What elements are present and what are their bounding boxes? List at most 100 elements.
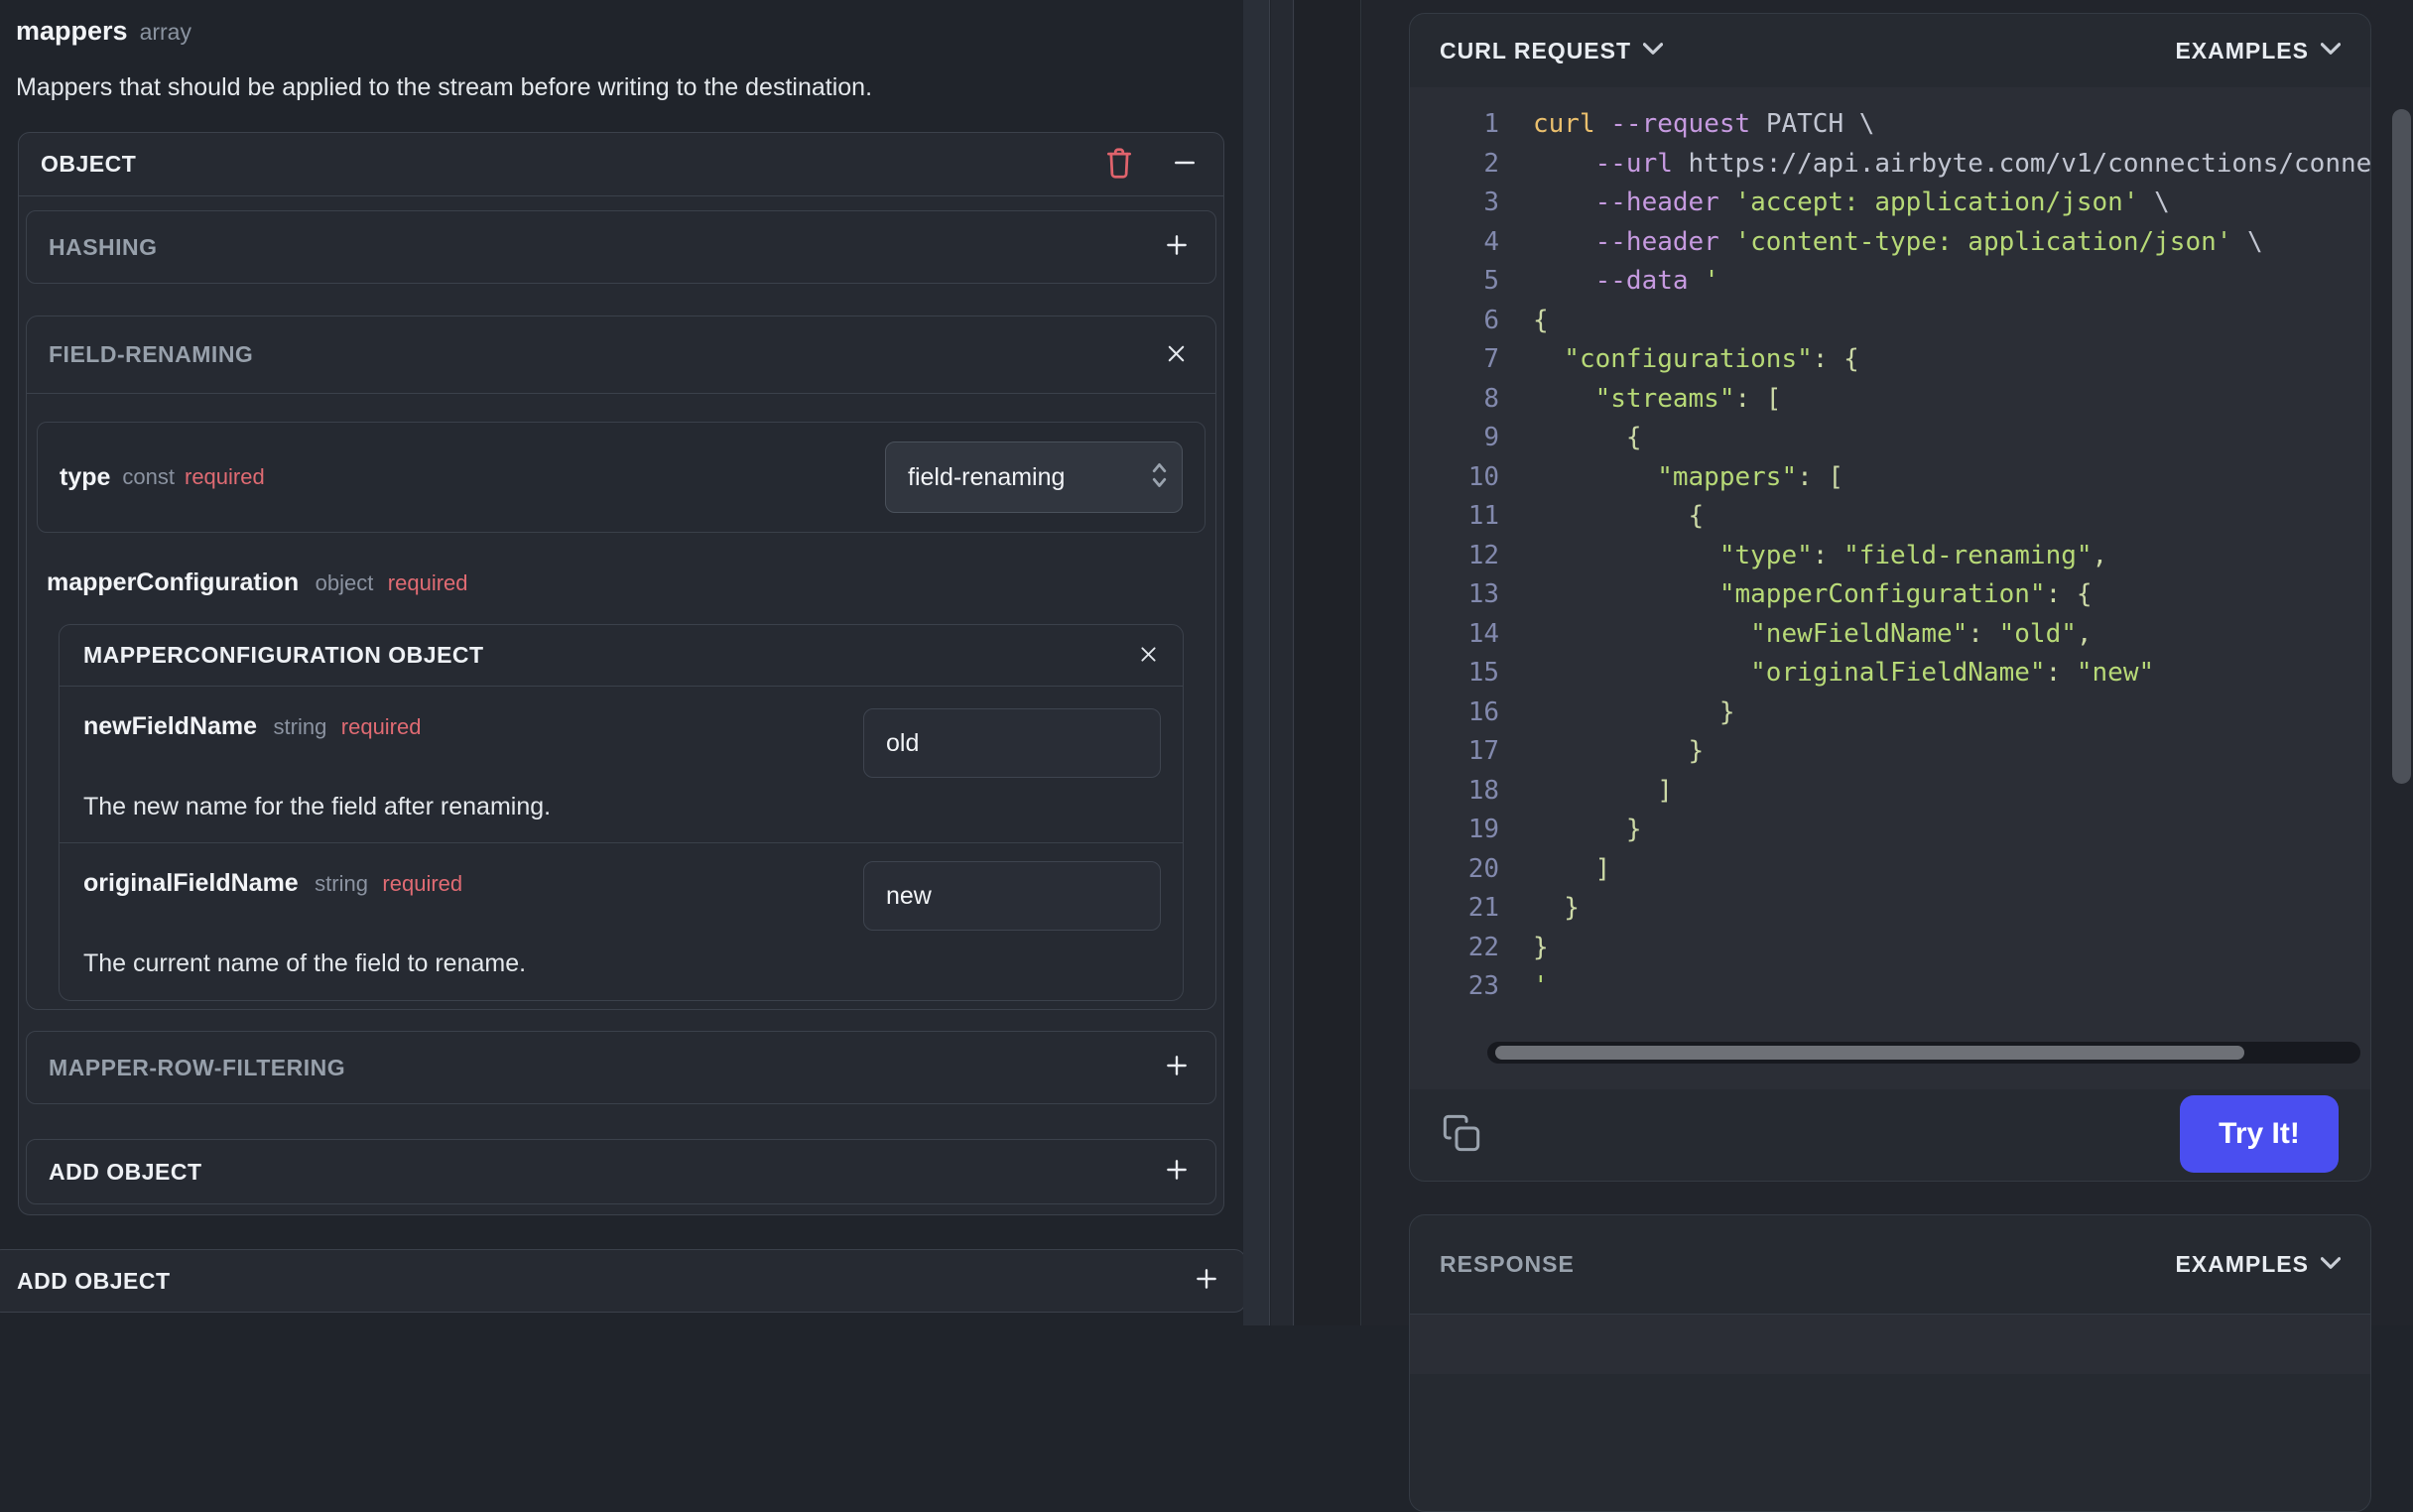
field-renaming-section: FIELD-RENAMING type const required field… [26, 315, 1216, 1010]
code-line: 13 "mapperConfiguration": { [1410, 575, 2370, 615]
trash-icon [1104, 147, 1134, 183]
response-examples-dropdown[interactable]: EXAMPLES [2175, 1251, 2342, 1278]
field-name: newFieldName [83, 712, 258, 740]
original-field-name-input[interactable] [863, 861, 1161, 931]
field-description: Mappers that should be applied to the st… [16, 73, 873, 101]
mapper-configuration-close-button[interactable] [1138, 644, 1159, 668]
try-it-button[interactable]: Try It! [2180, 1095, 2339, 1173]
new-field-name-row: newFieldName string required The new nam… [60, 687, 1183, 842]
field-title-row: mappers array [16, 16, 191, 47]
add-object-row-inner[interactable]: ADD OBJECT [26, 1139, 1216, 1204]
close-icon [1138, 644, 1159, 668]
code-line: 23 ' [1410, 967, 2370, 1007]
field-renaming-title: FIELD-RENAMING [49, 341, 254, 367]
line-number: 17 [1467, 736, 1499, 766]
new-field-name-input[interactable] [863, 708, 1161, 778]
code-line: 16 } [1410, 693, 2370, 733]
line-number: 19 [1467, 815, 1499, 844]
mapper-configuration-card-title: MAPPERCONFIGURATION OBJECT [83, 642, 484, 668]
delete-object-button[interactable] [1104, 147, 1134, 183]
examples-label: EXAMPLES [2175, 37, 2309, 63]
left-panel-scrollbar[interactable] [1243, 0, 1270, 1325]
mapper-row-filtering-section[interactable]: MAPPER-ROW-FILTERING [26, 1031, 1216, 1104]
line-number: 14 [1467, 618, 1499, 649]
field-kind-badge: string [315, 871, 368, 896]
page-scrollbar-thumb[interactable] [2392, 109, 2411, 784]
plus-icon[interactable] [1194, 1266, 1219, 1297]
request-panel: CURL REQUEST EXAMPLES 1 curl --request PA… [1362, 0, 2413, 1512]
line-number: 8 [1483, 383, 1499, 414]
line-number: 9 [1483, 423, 1499, 452]
type-field-name: type [60, 462, 111, 491]
chevron-down-icon [1642, 42, 1664, 60]
code-line: 21 } [1410, 889, 2370, 929]
object-card-title: OBJECT [41, 151, 137, 177]
plus-icon[interactable] [1164, 1053, 1190, 1083]
mapper-configuration-card: MAPPERCONFIGURATION OBJECT newFieldName … [59, 624, 1184, 1001]
line-number: 13 [1467, 579, 1499, 609]
code-lines: 1 curl --request PATCH \ 2 --url https://a… [1410, 105, 2370, 1007]
code-line: 18 ] [1410, 772, 2370, 812]
field-name: originalFieldName [83, 869, 299, 897]
code-line: 22} [1410, 929, 2370, 968]
mapper-configuration-kind-badge: object [315, 570, 374, 595]
plus-icon[interactable] [1164, 1157, 1190, 1188]
field-required-badge: required [382, 871, 463, 896]
code-scrollbar-thumb[interactable] [1495, 1046, 2244, 1060]
code-line: 7 "configurations": { [1410, 340, 2370, 380]
original-field-name-row: originalFieldName string required The cu… [60, 842, 1183, 1000]
code-horizontal-scrollbar [1487, 1042, 2360, 1064]
code-line: 8 "streams": [ [1410, 380, 2370, 420]
line-number: 12 [1467, 540, 1499, 570]
code-line: 2 --url https://api.airbyte.com/v1/conne… [1410, 145, 2370, 185]
line-number: 1 [1483, 109, 1499, 139]
examples-dropdown[interactable]: EXAMPLES [2175, 37, 2342, 64]
line-number: 10 [1467, 461, 1499, 492]
collapse-object-button[interactable] [1172, 150, 1198, 179]
line-number: 4 [1483, 226, 1499, 257]
mapper-configuration-card-header: MAPPERCONFIGURATION OBJECT [60, 625, 1183, 687]
code-line: 6{ [1410, 302, 2370, 341]
column-divider [1271, 0, 1294, 1325]
page: { "left_panel": { "title": "mappers", "t… [0, 0, 2413, 1512]
add-object-label: ADD OBJECT [49, 1158, 202, 1185]
copy-icon [1442, 1113, 1481, 1156]
hashing-section[interactable]: HASHING [26, 210, 1216, 284]
mapper-configuration-required-badge: required [387, 570, 468, 595]
field-title: mappers [16, 16, 128, 46]
right-section-margin [1295, 0, 1361, 1325]
line-number: 2 [1483, 148, 1499, 179]
copy-code-button[interactable] [1442, 1113, 1481, 1156]
code-line: 12 "type": "field-renaming", [1410, 537, 2370, 576]
field-type-badge: array [139, 19, 191, 45]
object-card: OBJECT HASHING FIELD-RENAMING type const… [18, 132, 1224, 1215]
object-card-header: OBJECT [19, 133, 1223, 196]
field-renaming-close-button[interactable] [1165, 342, 1188, 368]
field-required-badge: required [340, 714, 422, 739]
code-line: 3 --header 'accept: application/json' \ [1410, 184, 2370, 223]
response-card: RESPONSE EXAMPLES [1409, 1214, 2371, 1512]
line-number: 20 [1467, 853, 1499, 884]
type-field-required-badge: required [185, 464, 265, 489]
stepper-icon [1151, 460, 1168, 495]
close-icon [1165, 342, 1188, 368]
response-title: RESPONSE [1440, 1251, 1575, 1277]
code-block: 1 curl --request PATCH \ 2 --url https://a… [1410, 87, 2370, 1089]
field-description: The current name of the field to rename. [83, 949, 527, 977]
line-number: 5 [1483, 266, 1499, 296]
field-kind-badge: string [273, 714, 327, 739]
curl-request-dropdown[interactable]: CURL REQUEST [1440, 37, 1664, 64]
code-line: 11 { [1410, 497, 2370, 537]
add-object-row-outer[interactable]: ADD OBJECT [0, 1249, 1246, 1313]
chevron-down-icon [2320, 1256, 2342, 1274]
add-object-label: ADD OBJECT [17, 1267, 171, 1294]
curl-request-title: CURL REQUEST [1440, 37, 1632, 63]
type-select[interactable]: field-renaming [885, 441, 1183, 513]
code-line: 15 "originalFieldName": "new" [1410, 654, 2370, 693]
line-number: 6 [1483, 305, 1499, 335]
type-field-row: type const required field-renaming [37, 422, 1206, 533]
hashing-title: HASHING [49, 233, 158, 260]
plus-icon[interactable] [1164, 232, 1190, 263]
response-header: RESPONSE EXAMPLES [1410, 1215, 2370, 1315]
chevron-down-icon [2320, 42, 2342, 60]
